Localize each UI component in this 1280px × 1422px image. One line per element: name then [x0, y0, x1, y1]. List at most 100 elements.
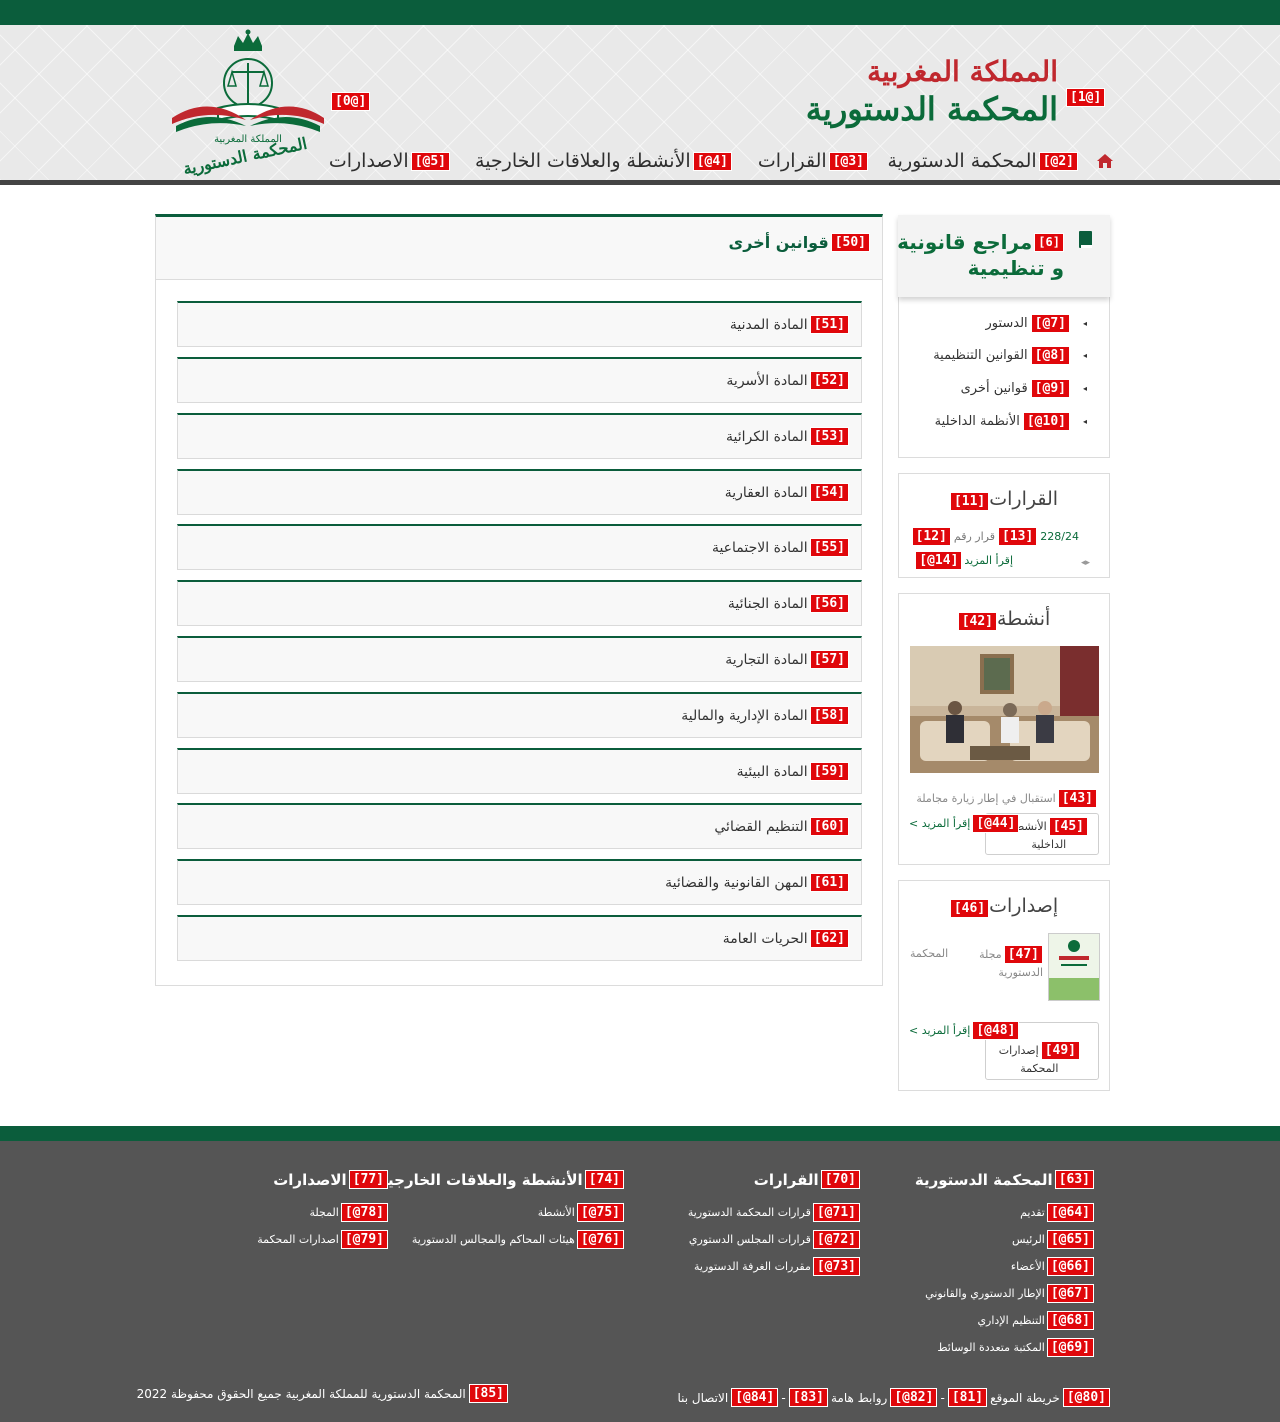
- footer-column-activities: [74] الأنشطة والعلاقات الخارجية [75@] الأن…: [379, 1170, 624, 1253]
- footer-link[interactable]: [64@] تقديم: [915, 1199, 1094, 1226]
- accordion-label: المادة العقارية: [724, 484, 808, 501]
- accordion-item-judicial-org[interactable]: [60] التنظيم القضائي: [177, 803, 862, 849]
- footer-link[interactable]: [67@] الإطار الدستوري والقانوني: [915, 1280, 1094, 1307]
- footer-link-tag: [76@]: [576, 1230, 624, 1249]
- nav-tag: [5@]: [410, 151, 450, 171]
- item-tag: [10@]: [1022, 412, 1070, 431]
- home-icon[interactable]: [1096, 152, 1114, 170]
- activities-tag: [42]: [957, 612, 997, 631]
- footer-link[interactable]: [65@] الرئيس: [915, 1226, 1094, 1253]
- ref-item-other-laws[interactable]: ◂ [9@] قوانين أخرى: [961, 379, 1087, 398]
- useful-links-link[interactable]: روابط هامة: [831, 1391, 887, 1405]
- footer-link[interactable]: [73@] مقررات الغرفة الدستورية: [688, 1253, 860, 1280]
- footer-column-court: [63] المحكمة الدستورية [64@] تقديم [65@] ال…: [915, 1170, 1094, 1361]
- footer-link-tag: [65@]: [1046, 1230, 1094, 1249]
- accordion-item-criminal[interactable]: [56] المادة الجنائية: [177, 580, 862, 626]
- nav-item-court[interactable]: [2@] المحكمة الدستورية: [888, 150, 1078, 172]
- journal-cover[interactable]: [1048, 933, 1100, 1001]
- item-tag: [58]: [809, 706, 849, 725]
- item-tag: [54]: [809, 483, 849, 502]
- journal-item[interactable]: [47] مجلة الدستورية: [979, 945, 1043, 982]
- ref-item-internal-rules[interactable]: ◂ [10@] الأنظمة الداخلية: [935, 412, 1087, 431]
- nav-item-publications[interactable]: [5@] الاصدارات: [329, 150, 450, 172]
- footer-link-label: التنظيم الإداري: [977, 1314, 1045, 1327]
- footer-link[interactable]: [78@] المجلة: [257, 1199, 388, 1226]
- bullet-icon: ◂: [1082, 384, 1087, 393]
- footer-link[interactable]: [69@] المكتبة متعددة الوسائط: [915, 1334, 1094, 1361]
- footer-link[interactable]: [68@] التنظيم الإداري: [915, 1307, 1094, 1334]
- footer-link-label: تقديم: [1020, 1206, 1045, 1219]
- footer-link-label: الإطار الدستوري والقانوني: [925, 1287, 1045, 1300]
- nav-label: الأنشطة والعلاقات الخارجية: [475, 150, 691, 172]
- nav-label: الاصدارات: [328, 150, 409, 172]
- nav-item-activities[interactable]: [4@] الأنشطة والعلاقات الخارجية: [475, 150, 732, 172]
- footer-link[interactable]: [72@] قرارات المجلس الدستوري: [688, 1226, 860, 1253]
- refs-title-line2: و تنظيمية: [967, 256, 1064, 280]
- category-tag: [45]: [1048, 817, 1088, 836]
- accordion-item-public-liberties[interactable]: [62] الحريات العامة: [177, 915, 862, 961]
- footer-link-label: المجلة: [309, 1206, 339, 1219]
- accordion-label: المهن القانونية والقضائية: [665, 874, 808, 891]
- footer-tag: [74]: [584, 1170, 624, 1189]
- footer-link-label: الرئيس: [1011, 1233, 1045, 1246]
- court-logo[interactable]: المملكة المغربية المحكمة الدستورية: [168, 28, 328, 179]
- footer-link[interactable]: [75@] الأنشطة: [379, 1199, 624, 1226]
- footer-link[interactable]: [71@] قرارات المحكمة الدستورية: [688, 1199, 860, 1226]
- footer-link-tag: [78@]: [340, 1203, 388, 1222]
- sitemap-link[interactable]: خريطة الموقع: [990, 1391, 1060, 1405]
- item-tag: [62]: [809, 929, 849, 948]
- publications-read-more[interactable]: [48@] إقرأ المزيد >: [909, 1021, 1020, 1040]
- item-tag: [56]: [809, 594, 849, 613]
- decision-number-tag: [13]: [997, 527, 1038, 546]
- item-tag: [53]: [809, 427, 849, 446]
- decisions-read-more[interactable]: إقرأ المزيد [14@]: [915, 551, 1013, 570]
- footer-accent-bar: [0, 1126, 1280, 1141]
- footer-column-title[interactable]: [74] الأنشطة والعلاقات الخارجية: [379, 1170, 624, 1189]
- footer-link-label: المكتبة متعددة الوسائط: [937, 1341, 1045, 1354]
- footer-column-title[interactable]: [77] الاصدارات: [257, 1170, 388, 1189]
- accordion-item-legal-professions[interactable]: [61] المهن القانونية والقضائية: [177, 859, 862, 905]
- footer-link-tag: [64@]: [1046, 1203, 1094, 1222]
- footer-link-tag: [71@]: [812, 1203, 860, 1222]
- accordion-label: المادة الاجتماعية: [711, 539, 808, 556]
- activity-caption[interactable]: [43] استقبال في إطار زيارة مجاملة: [916, 789, 1097, 808]
- footer-link[interactable]: [79@] اصدارات المحكمة: [257, 1226, 388, 1253]
- item-tag: [7@]: [1030, 314, 1070, 333]
- item-tag: [51]: [809, 315, 849, 334]
- accordion-item-rental[interactable]: [53] المادة الكرائية: [177, 413, 862, 459]
- category-label-2: المحكمة: [1020, 1062, 1059, 1075]
- accordion-item-administrative[interactable]: [58] المادة الإدارية والمالية: [177, 692, 862, 738]
- accordion-label: المادة المدنية: [729, 316, 808, 333]
- decision-item[interactable]: 228/24 [13] قرار رقم [12]: [911, 527, 1079, 546]
- accordion-item-civil[interactable]: [51] المادة المدنية: [177, 301, 862, 347]
- footer-link[interactable]: [76@] هيئات المحاكم والمجالس الدستورية: [379, 1226, 624, 1253]
- activities-read-more[interactable]: [44@] إقرأ المزيد >: [909, 814, 1020, 833]
- separator: -: [940, 1390, 945, 1405]
- decision-prefix: قرار رقم: [953, 530, 995, 543]
- footer-column-decisions: [70] القرارات [71@] قرارات المحكمة الدستور…: [688, 1170, 860, 1280]
- slider-arrows-icon[interactable]: ◂▸: [1081, 558, 1090, 568]
- main-content-panel: [50] قوانين أخرى [51] المادة المدنية [52] ا…: [155, 214, 883, 986]
- accordion-item-social[interactable]: [55] المادة الاجتماعية: [177, 524, 862, 570]
- item-tag: [8@]: [1030, 346, 1070, 365]
- ref-item-constitution[interactable]: ◂ [7@] الدستور: [985, 314, 1087, 333]
- accordion-item-environmental[interactable]: [59] المادة البيئية: [177, 748, 862, 794]
- footer-link[interactable]: [66@] الأعضاء: [915, 1253, 1094, 1280]
- site-title-court[interactable]: المحكمة الدستورية: [806, 90, 1058, 128]
- contact-link[interactable]: الاتصال بنا: [677, 1391, 728, 1405]
- accordion-item-commercial[interactable]: [57] المادة التجارية: [177, 636, 862, 682]
- accordion-item-family[interactable]: [52] المادة الأسرية: [177, 357, 862, 403]
- activities-title: أنشطة[42]: [899, 608, 1109, 631]
- footer-column-title[interactable]: [70] القرارات: [688, 1170, 860, 1189]
- footer-link-tag: [68@]: [1046, 1311, 1094, 1330]
- activity-photo[interactable]: [910, 646, 1099, 773]
- nav-item-decisions[interactable]: [3@] القرارات: [758, 150, 868, 172]
- footer-link-tag: [72@]: [812, 1230, 860, 1249]
- nav-label: القرارات: [757, 150, 827, 172]
- footer-column-title[interactable]: [63] المحكمة الدستورية: [915, 1170, 1094, 1189]
- ref-item-organic-laws[interactable]: ◂ [8@] القوانين التنظيمية: [933, 346, 1087, 365]
- accordion-item-real-estate[interactable]: [54] المادة العقارية: [177, 469, 862, 515]
- read-more-tag: [14@]: [915, 551, 963, 570]
- caption-tag: [43]: [1057, 789, 1097, 808]
- accordion-label: الحريات العامة: [722, 930, 808, 947]
